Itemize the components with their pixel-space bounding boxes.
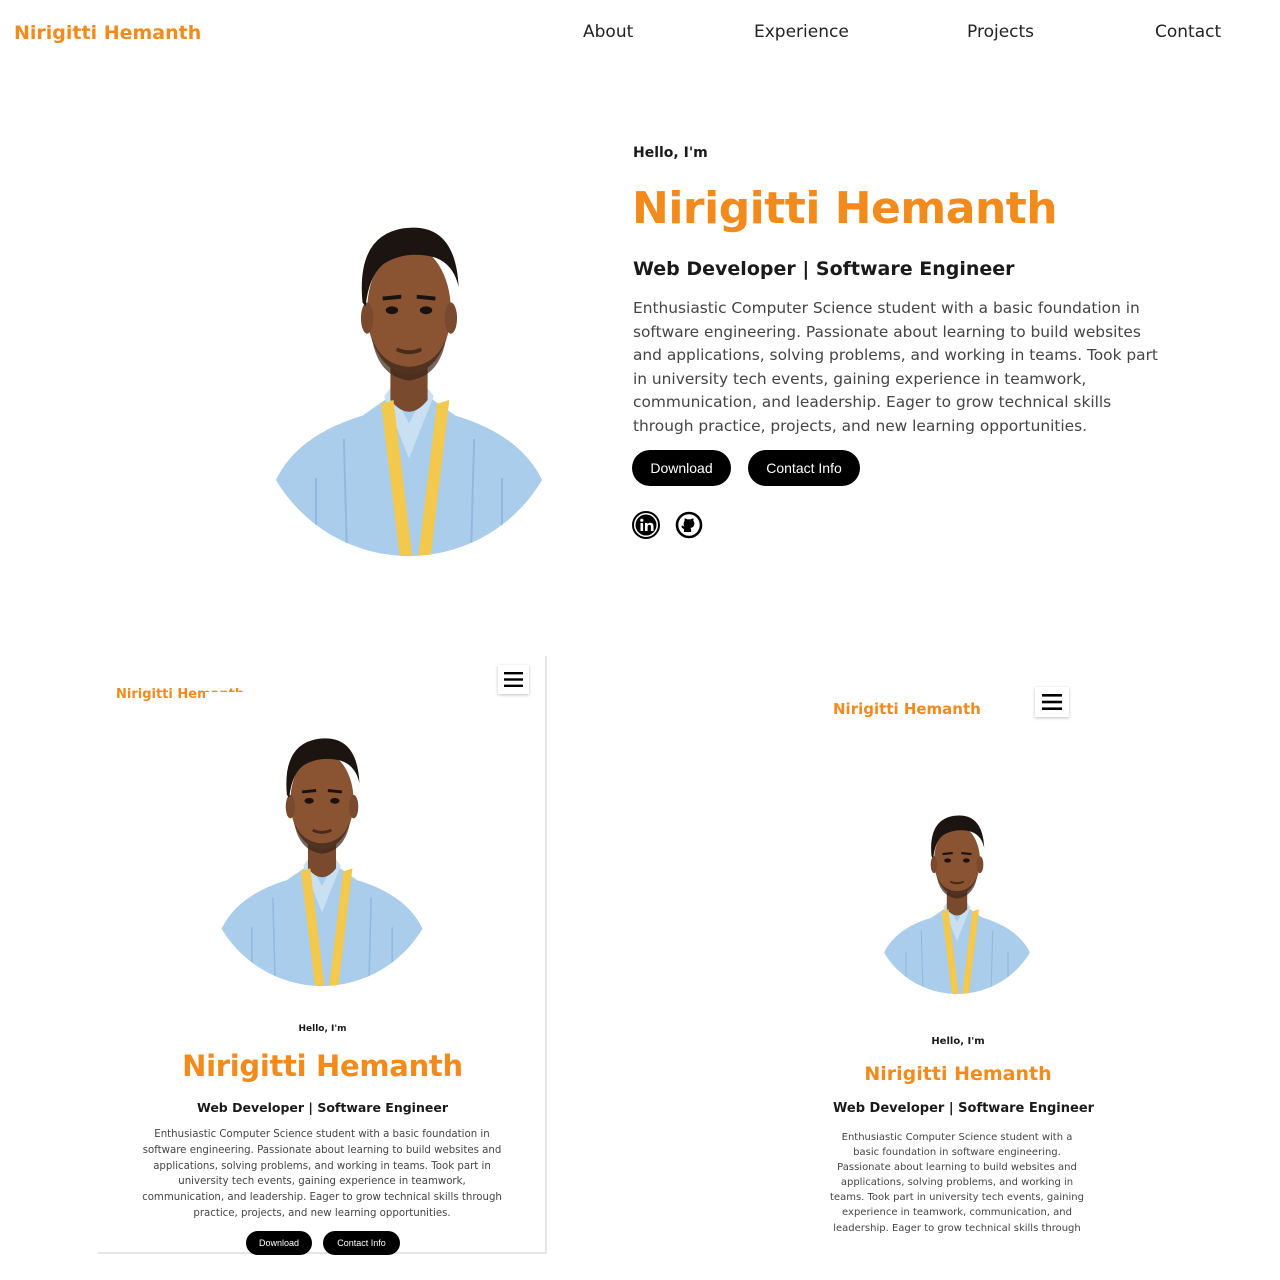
mobile-hamburger-menu-icon[interactable] bbox=[1035, 687, 1069, 717]
github-icon[interactable] bbox=[675, 511, 703, 539]
linkedin-icon[interactable] bbox=[632, 511, 660, 539]
nav-link-contact[interactable]: Contact bbox=[1155, 22, 1221, 42]
brand-logo[interactable]: Nirigitti Hemanth bbox=[14, 22, 201, 44]
tablet-contact-info-button[interactable]: Contact Info bbox=[323, 1231, 400, 1255]
nav-link-projects[interactable]: Projects bbox=[967, 22, 1034, 42]
hero-role: Web Developer | Software Engineer bbox=[633, 258, 1015, 280]
greeting-text: Hello, I'm bbox=[633, 145, 708, 161]
mobile-greeting-text: Hello, I'm bbox=[931, 1036, 985, 1047]
hero-description: Enthusiastic Computer Science student wi… bbox=[633, 299, 1158, 435]
nav-link-about[interactable]: About bbox=[583, 22, 633, 42]
contact-info-button[interactable]: Contact Info bbox=[748, 450, 860, 486]
tablet-hero-name: Nirigitti Hemanth bbox=[182, 1049, 463, 1083]
profile-photo bbox=[254, 166, 564, 556]
nav-link-experience[interactable]: Experience bbox=[754, 22, 849, 42]
mobile-hero-name: Nirigitti Hemanth bbox=[864, 1063, 1052, 1085]
mobile-profile-photo bbox=[872, 782, 1042, 994]
tablet-download-button[interactable]: Download bbox=[246, 1231, 312, 1255]
tablet-hero-description: Enthusiastic Computer Science student wi… bbox=[142, 1129, 502, 1219]
mobile-hero-role: Web Developer | Software Engineer bbox=[833, 1101, 1095, 1116]
tablet-hero-role: Web Developer | Software Engineer bbox=[196, 1100, 448, 1115]
hamburger-menu-icon[interactable] bbox=[498, 665, 529, 694]
tablet-greeting-text: Hello, I'm bbox=[298, 1024, 347, 1034]
hero-name: Nirigitti Hemanth bbox=[632, 183, 1058, 234]
mobile-hero-description: Enthusiastic Computer Science student wi… bbox=[830, 1132, 1084, 1234]
tablet-profile-photo bbox=[205, 692, 439, 986]
mobile-brand-logo[interactable]: Nirigitti Hemanth bbox=[833, 700, 981, 718]
download-button[interactable]: Download bbox=[632, 450, 731, 486]
